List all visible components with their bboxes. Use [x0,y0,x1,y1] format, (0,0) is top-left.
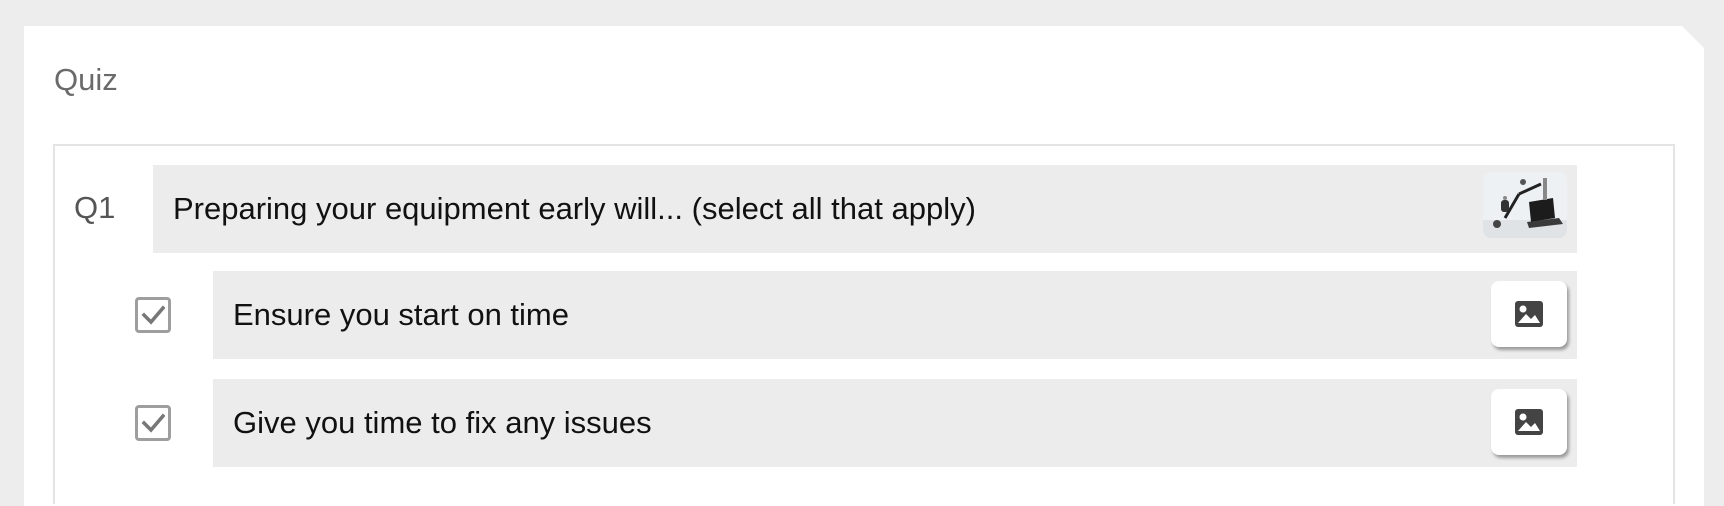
answer-bar[interactable]: Give you time to fix any issues [213,379,1577,467]
checkmark-icon [141,413,165,433]
question-thumbnail-image[interactable] [1483,172,1567,238]
quiz-page: Quiz Q1 Preparing your equipment early w… [24,26,1704,506]
answer-text: Ensure you start on time [233,297,569,332]
image-icon [1515,301,1543,327]
add-image-button[interactable] [1491,389,1567,455]
answer-checkbox[interactable] [135,405,171,441]
question-bar[interactable]: Preparing your equipment early will... (… [153,165,1577,253]
question-text: Preparing your equipment early will... (… [173,191,976,226]
answer-bar[interactable]: Ensure you start on time [213,271,1577,359]
image-icon [1515,409,1543,435]
checkmark-icon [141,305,165,325]
page-title: Quiz [54,62,118,97]
microphone-laptop-icon [1483,172,1567,238]
question-card: Q1 Preparing your equipment early will..… [53,144,1675,504]
answer-row: Ensure you start on time [55,271,1655,361]
answer-row: Give you time to fix any issues [55,379,1655,469]
answer-text: Give you time to fix any issues [233,405,652,440]
answer-checkbox[interactable] [135,297,171,333]
page-fold-corner [1682,26,1704,48]
add-image-button[interactable] [1491,281,1567,347]
question-number: Q1 [74,190,116,225]
